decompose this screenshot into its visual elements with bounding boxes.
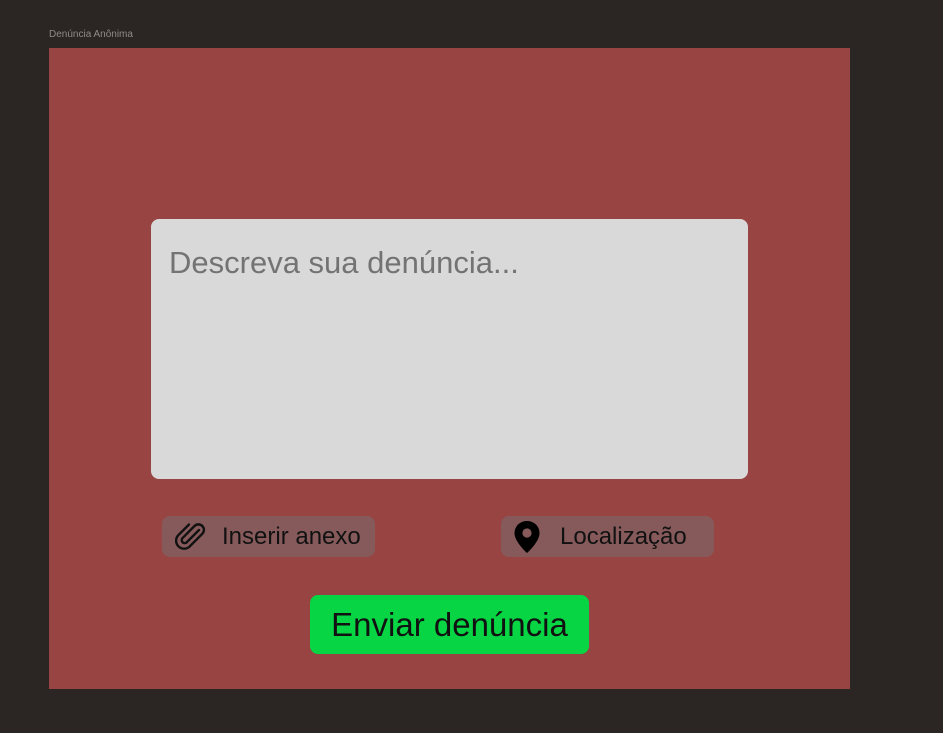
canvas: Denúncia Anônima Descreva sua denúncia..… [0,0,943,733]
attach-label: Inserir anexo [222,522,361,550]
location-button[interactable]: Localização [501,516,714,557]
report-frame: Descreva sua denúncia... Inserir anexo L… [49,48,850,689]
map-pin-icon [513,520,541,554]
report-textarea[interactable]: Descreva sua denúncia... [151,219,748,479]
location-label: Localização [560,522,687,550]
frame-label: Denúncia Anônima [49,29,133,40]
report-placeholder: Descreva sua denúncia... [169,245,519,280]
paperclip-icon [172,519,208,555]
submit-report-button[interactable]: Enviar denúncia [310,595,589,654]
attach-button[interactable]: Inserir anexo [162,516,375,557]
